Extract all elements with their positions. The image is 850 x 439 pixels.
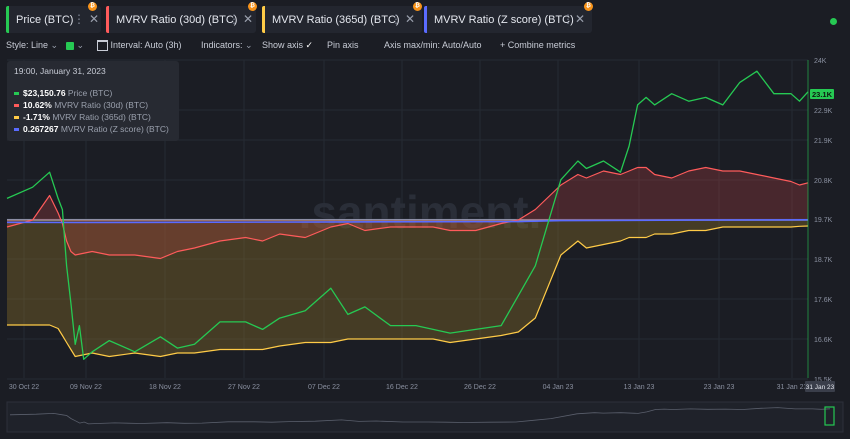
indicators-button[interactable]: Indicators: ⌄ (201, 40, 253, 51)
x-tick-label: 13 Jan 23 (624, 384, 655, 391)
tooltip-row-mvrv-30d: 10.62% MVRV Ratio (30d) (BTC) (14, 100, 148, 110)
x-tick-label: 18 Nov 22 (149, 384, 181, 391)
interval-selector[interactable]: Interval: Auto (3h) (97, 40, 182, 52)
y-tick-label: 21.9K (814, 138, 833, 145)
line-color-picker[interactable]: ⌄ (66, 40, 84, 51)
navigator (6, 401, 844, 433)
tooltip-metric-name: Price (BTC) (67, 88, 113, 98)
axis-range-label: Axis max/min: Auto/Auto (384, 40, 482, 50)
x-tick-label: 31 Jan 23 (777, 384, 808, 391)
bitcoin-icon: ₿ (248, 2, 257, 11)
x-tick-label: 27 Nov 22 (228, 384, 260, 391)
bitcoin-icon: ₿ (88, 2, 97, 11)
tooltip-metric-name: MVRV Ratio (365d) (BTC) (52, 112, 151, 122)
indicators-label: Indicators: (201, 40, 243, 50)
tab-mvrv-zscore[interactable]: MVRV Ratio (Z score) (BTC) ⋮ ✕ ₿ (424, 2, 593, 33)
bitcoin-icon: ₿ (584, 2, 593, 11)
tab-label: MVRV Ratio (Z score) (BTC) (434, 14, 574, 26)
tab-price[interactable]: Price (BTC) ⋮ ✕ ₿ (6, 2, 101, 33)
pin-axis-toggle[interactable]: Pin axis (327, 40, 359, 50)
close-icon[interactable]: ✕ (243, 12, 253, 26)
x-tick-label: 04 Jan 23 (543, 384, 574, 391)
y-tick-label: 19.7K (814, 217, 833, 224)
tab-label: Price (BTC) (16, 14, 74, 26)
tooltip-date: 19:00, January 31, 2023 (14, 66, 106, 76)
close-icon[interactable]: ✕ (575, 12, 585, 26)
live-status-dot (830, 18, 837, 25)
metric-tabs: Price (BTC) ⋮ ✕ ₿ MVRV Ratio (30d) (BTC)… (0, 0, 850, 36)
y-tick-label: 18.7K (814, 257, 833, 264)
show-axis-label: Show axis (262, 40, 304, 50)
tab-label: MVRV Ratio (30d) (BTC) (116, 14, 238, 26)
tooltip-value: 10.62% (23, 100, 52, 110)
tab-color-bar (262, 6, 265, 33)
x-tick-label: 07 Dec 22 (308, 384, 340, 391)
y-tick-label: 17.6K (814, 297, 833, 304)
style-label: Style: Line (6, 40, 49, 50)
tooltip-row-mvrv-zscore: 0.267267 MVRV Ratio (Z score) (BTC) (14, 124, 169, 134)
chevron-down-icon: ⌄ (245, 40, 253, 50)
tooltip-value: -1.71% (23, 112, 50, 122)
legend-swatch (14, 128, 19, 132)
tooltip-row-mvrv-365d: -1.71% MVRV Ratio (365d) (BTC) (14, 112, 151, 122)
more-options-icon[interactable]: ⋮ (228, 12, 240, 26)
y-tick-label: 20.8K (814, 178, 833, 185)
tooltip-metric-name: MVRV Ratio (30d) (BTC) (54, 100, 149, 110)
axis-range-selector[interactable]: Axis max/min: Auto/Auto (384, 40, 482, 50)
more-options-icon[interactable]: ⋮ (562, 12, 574, 26)
y-tick-label: 22.9K (814, 108, 833, 115)
chevron-down-icon: ⌄ (50, 40, 59, 50)
style-selector[interactable]: Style: Line ⌄ (6, 40, 58, 51)
tooltip-panel: 19:00, January 31, 2023 $23,150.76 Price… (7, 61, 179, 141)
more-options-icon[interactable]: ⋮ (73, 12, 85, 26)
checkmark-icon: ✓ (305, 40, 314, 50)
tab-mvrv-30d[interactable]: MVRV Ratio (30d) (BTC) ⋮ ✕ ₿ (106, 2, 257, 33)
tab-color-bar (6, 6, 9, 33)
tooltip-value: $23,150.76 (23, 88, 66, 98)
legend-swatch (14, 92, 19, 96)
close-icon[interactable]: ✕ (89, 12, 99, 26)
current-date-label: 31 Jan 23 (806, 384, 835, 391)
x-tick-label: 16 Dec 22 (386, 384, 418, 391)
color-swatch (66, 41, 74, 50)
x-tick-label: 23 Jan 23 (704, 384, 735, 391)
tooltip-metric-name: MVRV Ratio (Z score) (BTC) (60, 124, 169, 134)
bitcoin-icon: ₿ (413, 2, 422, 11)
legend-swatch (14, 104, 19, 108)
tab-label: MVRV Ratio (365d) (BTC) (272, 14, 400, 26)
tab-mvrv-365d[interactable]: MVRV Ratio (365d) (BTC) ⋮ ✕ ₿ (262, 2, 422, 33)
y-tick-label: 16.6K (814, 337, 833, 344)
x-tick-label: 09 Nov 22 (70, 384, 102, 391)
combine-metrics-button[interactable]: + Combine metrics (500, 40, 575, 50)
tooltip-value: 0.267267 (23, 124, 59, 134)
current-price-label: 23.1K (812, 90, 833, 99)
legend-swatch (14, 116, 19, 120)
show-axis-toggle[interactable]: Show axis ✓ (262, 40, 313, 51)
x-tick-label: 30 Oct 22 (9, 384, 39, 391)
tooltip-row-price: $23,150.76 Price (BTC) (14, 88, 112, 98)
pin-axis-label: Pin axis (327, 40, 359, 50)
x-tick-label: 26 Dec 22 (464, 384, 496, 391)
combine-metrics-label: + Combine metrics (500, 40, 576, 50)
tab-color-bar (424, 6, 427, 33)
chevron-down-icon: ⌄ (76, 40, 85, 50)
calendar-icon (97, 40, 108, 52)
y-tick-label: 24K (814, 58, 827, 65)
interval-label: Interval: Auto (3h) (110, 40, 182, 50)
tab-color-bar (106, 6, 109, 33)
close-icon[interactable]: ✕ (405, 12, 415, 26)
chart-toolbar: Style: Line ⌄ ⌄ Interval: Auto (3h) Indi… (0, 38, 850, 54)
more-options-icon[interactable]: ⋮ (390, 12, 402, 26)
